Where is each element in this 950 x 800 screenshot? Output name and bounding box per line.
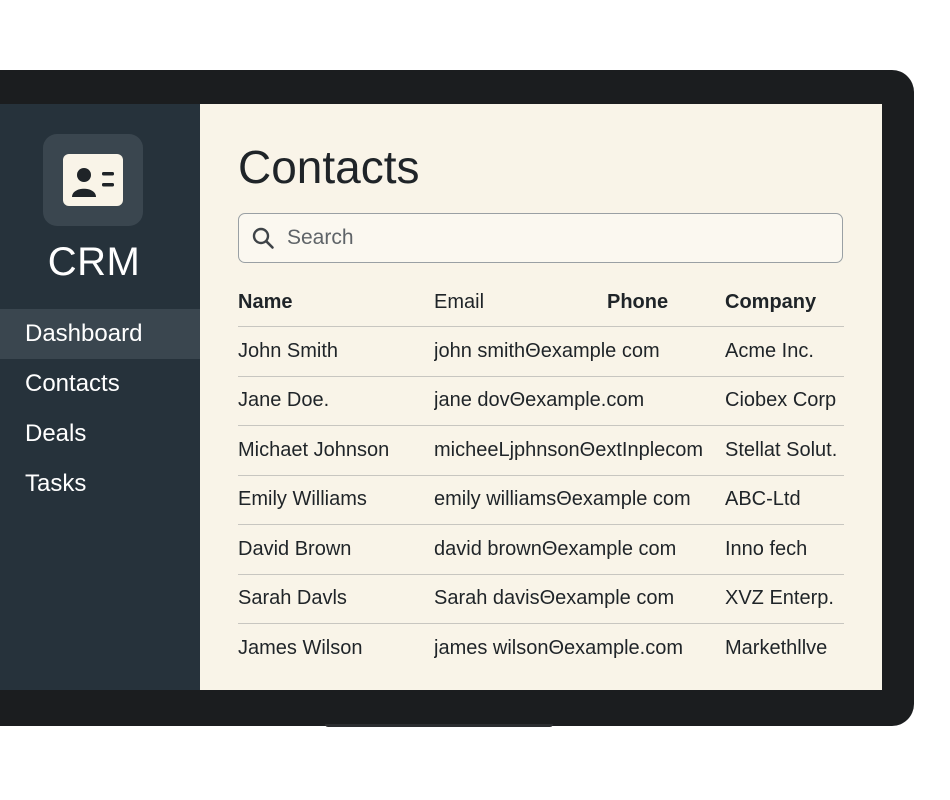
contact-email: john smithΘexample com bbox=[434, 339, 660, 362]
table-row[interactable]: Michaet Johnson micheeLjphnsonΘextInplec… bbox=[238, 426, 844, 476]
search-box[interactable] bbox=[238, 213, 843, 263]
table-row[interactable]: Jane Doe. jane dovΘexample.com Ciobex Co… bbox=[238, 377, 844, 426]
column-header-phone[interactable]: Phone bbox=[607, 291, 725, 314]
table-row[interactable]: James Wilson james wilsonΘexample.com Ma… bbox=[238, 624, 844, 674]
contact-company: Acme Inc. bbox=[725, 339, 814, 362]
table-header: Name Email Phone Company bbox=[238, 279, 844, 327]
page-title: Contacts bbox=[238, 141, 420, 193]
contact-name: James Wilson bbox=[238, 637, 363, 660]
column-header-email[interactable]: Email bbox=[434, 291, 607, 314]
table-row[interactable]: Sarah Davls Sarah davisΘexample com XVZ … bbox=[238, 575, 844, 624]
contact-email: micheeLjphnsonΘextInplecom bbox=[434, 438, 704, 461]
sidebar-item-deals[interactable]: Deals bbox=[0, 409, 200, 459]
app-window: CRM Dashboard Contacts Deals Tasks Conta… bbox=[0, 104, 882, 690]
contacts-table: Name Email Phone Company John Smith john… bbox=[238, 279, 844, 674]
contact-company: Markethllve bbox=[725, 637, 828, 660]
contact-company: XVZ Enterp. bbox=[725, 587, 834, 610]
contact-name: Michaet Johnson bbox=[238, 438, 390, 461]
search-icon bbox=[251, 226, 275, 250]
contact-company: Ciobex Corp bbox=[725, 389, 837, 412]
contact-company: ABC-Ltd bbox=[725, 488, 801, 511]
contact-email: Sarah davisΘexample com bbox=[434, 587, 675, 610]
contact-company: Stellat Solut. bbox=[725, 438, 838, 461]
sidebar-item-dashboard[interactable]: Dashboard bbox=[0, 309, 200, 359]
sidebar-nav: Dashboard Contacts Deals Tasks bbox=[0, 309, 200, 509]
column-header-company[interactable]: Company bbox=[725, 291, 844, 314]
contact-email: jane dovΘexample.com bbox=[434, 389, 645, 412]
contact-card-icon bbox=[63, 154, 123, 206]
contact-company: Inno fech bbox=[725, 537, 808, 560]
main-content: Contacts Name Email Phone Company John S… bbox=[200, 104, 882, 690]
contact-name: John Smith bbox=[238, 339, 339, 362]
table-row[interactable]: Emily Williams emily williamsΘexample co… bbox=[238, 476, 844, 525]
column-header-name[interactable]: Name bbox=[238, 291, 434, 314]
device-stand bbox=[325, 724, 553, 727]
contact-name: Emily Williams bbox=[238, 488, 367, 511]
contact-email: emily williamsΘexample com bbox=[434, 488, 691, 511]
contact-email: james wilsonΘexample.com bbox=[434, 637, 683, 660]
app-brand: CRM bbox=[47, 240, 141, 284]
table-row[interactable]: David Brown david brownΘexample com Inno… bbox=[238, 525, 844, 575]
contact-name: Jane Doe. bbox=[238, 389, 330, 412]
contact-email: david brownΘexample com bbox=[434, 537, 677, 560]
contact-name: Sarah Davls bbox=[238, 587, 347, 610]
contact-name: David Brown bbox=[238, 537, 352, 560]
sidebar-item-contacts[interactable]: Contacts bbox=[0, 359, 200, 409]
search-input[interactable] bbox=[285, 225, 829, 251]
table-row[interactable]: John Smith john smithΘexample com Acme I… bbox=[238, 327, 844, 377]
sidebar: CRM Dashboard Contacts Deals Tasks bbox=[0, 104, 200, 690]
app-logo[interactable] bbox=[43, 134, 143, 226]
sidebar-item-tasks[interactable]: Tasks bbox=[0, 459, 200, 509]
